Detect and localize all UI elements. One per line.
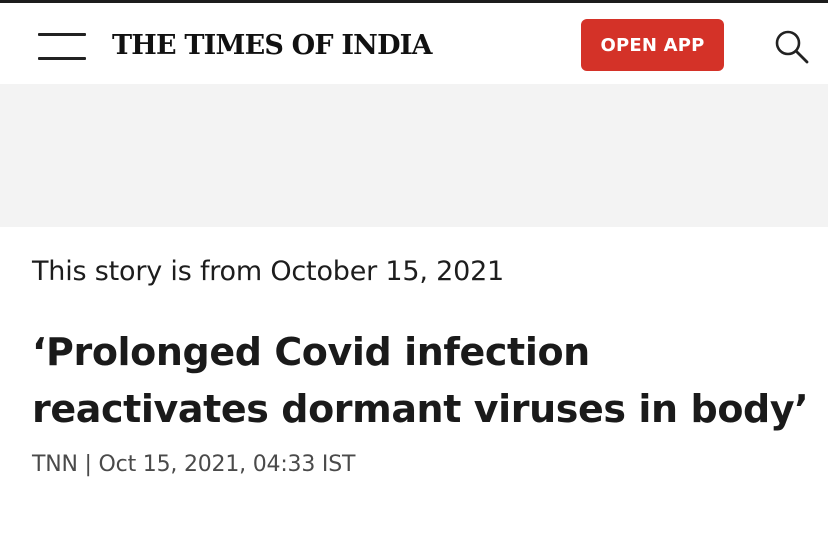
ad-placeholder	[0, 84, 828, 227]
site-logo[interactable]: THE TIMES OF INDIA	[112, 31, 432, 61]
open-app-button[interactable]: OPEN APP	[581, 19, 724, 71]
article-headline: ‘Prolonged Covid infection reactivates d…	[32, 330, 809, 431]
site-header: THE TIMES OF INDIA OPEN APP	[0, 3, 828, 84]
hamburger-menu-icon[interactable]	[38, 31, 88, 63]
menu-bar-bottom	[38, 57, 86, 60]
article-byline: TNN | Oct 15, 2021, 04:33 IST	[32, 452, 356, 477]
search-icon[interactable]	[774, 29, 810, 65]
story-date-note: This story is from October 15, 2021	[32, 256, 505, 287]
menu-bar-top	[38, 33, 86, 36]
